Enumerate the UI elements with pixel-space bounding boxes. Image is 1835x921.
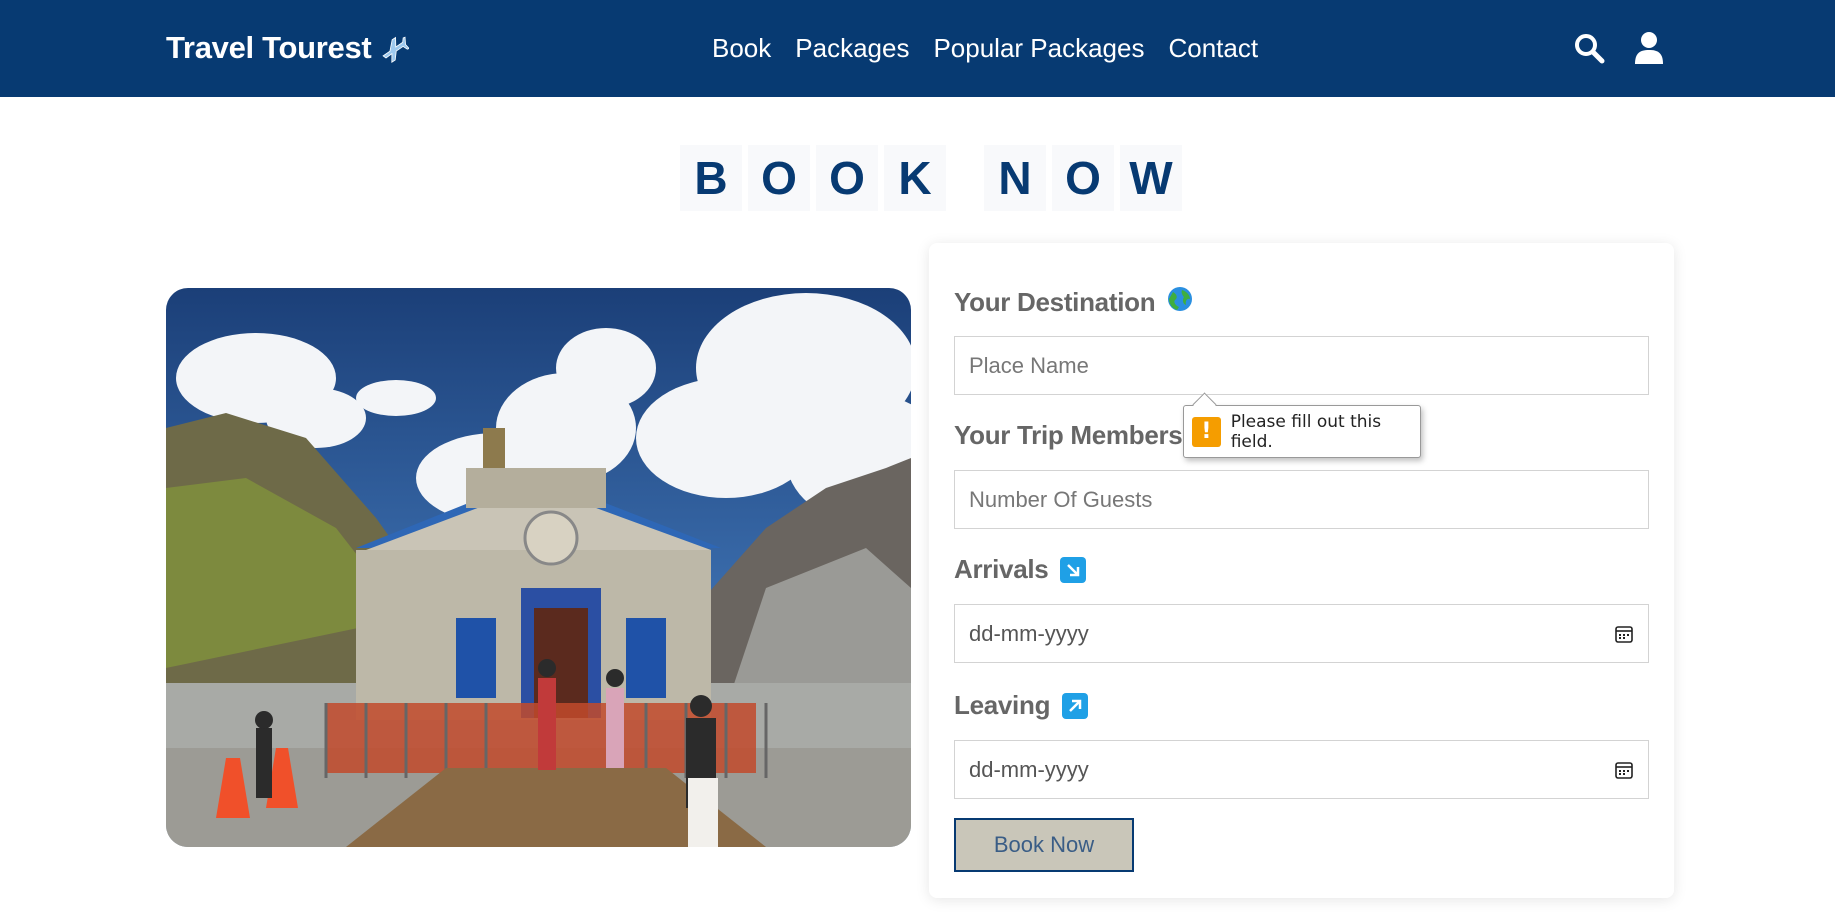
trip-members-label: Your Trip Members [954,420,1183,450]
top-navbar: Travel Tourest Book Packages Popular Pac… [0,0,1835,97]
calendar-icon[interactable] [1614,760,1634,780]
temple-photo [166,288,911,847]
booking-form: Your Destination Place Name Your Trip Me… [929,243,1674,898]
main-nav: Book Packages Popular Packages Contact [712,30,1282,66]
arrivals-label: Arrivals [954,554,1087,585]
logo[interactable]: Travel Tourest [166,28,411,68]
title-letter: N [984,145,1046,211]
calendar-icon[interactable] [1614,624,1634,644]
title-space [952,145,978,211]
validation-tooltip: ! Please fill out this field. [1183,405,1421,458]
arrivals-date-input[interactable]: dd-mm-yyyy [954,604,1649,663]
header-actions [1573,30,1665,66]
page-title: BOOKNOW [680,145,1182,211]
airplane-icon [377,32,411,64]
arrow-down-right-icon [1060,556,1087,583]
title-letter: O [748,145,810,211]
tooltip-message: Please fill out this field. [1230,411,1382,452]
title-letter: B [680,145,742,211]
search-icon[interactable] [1573,30,1605,66]
guests-input[interactable]: Number Of Guests [954,470,1649,529]
title-letter: W [1120,145,1182,211]
leaving-label: Leaving [954,690,1089,721]
globe-icon [1167,286,1193,319]
book-now-button[interactable]: Book Now [954,818,1134,872]
title-letter: K [884,145,946,211]
warning-icon: ! [1192,416,1221,447]
nav-popular-packages[interactable]: Popular Packages [933,30,1144,66]
arrow-up-right-icon [1062,692,1089,719]
title-letter: O [816,145,878,211]
nav-book[interactable]: Book [712,30,771,66]
destination-label: Your Destination [954,286,1193,319]
destination-input[interactable]: Place Name [954,336,1649,395]
leaving-date-input[interactable]: dd-mm-yyyy [954,740,1649,799]
logo-text: Travel Tourest [166,30,372,65]
nav-packages[interactable]: Packages [795,30,909,66]
user-icon[interactable] [1633,30,1665,66]
title-letter: O [1052,145,1114,211]
nav-contact[interactable]: Contact [1168,30,1258,66]
